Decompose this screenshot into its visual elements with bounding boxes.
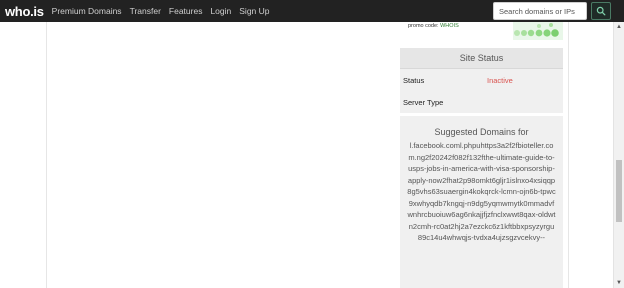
promo-code: WHOIS: [440, 23, 459, 29]
site-logo[interactable]: who.is: [5, 4, 44, 19]
top-navbar: who.is Premium Domains Transfer Features…: [0, 0, 624, 22]
site-status-panel: Site Status Status Inactive Server Type: [400, 48, 563, 113]
promo-code-line: promo code: WHOIS: [408, 23, 459, 29]
nav-links: Premium Domains Transfer Features Login …: [52, 6, 278, 16]
page-scrollbar[interactable]: ▲ ▼: [613, 22, 624, 288]
nav-features[interactable]: Features: [169, 6, 203, 16]
suggested-domains-panel: Suggested Domains for l.facebook.coml.ph…: [400, 116, 563, 288]
promo-banner-dots-icon: [513, 22, 563, 40]
nav-transfer[interactable]: Transfer: [130, 6, 161, 16]
server-type-label: Server Type: [403, 97, 444, 107]
nav-premium-domains[interactable]: Premium Domains: [52, 6, 122, 16]
suggested-domains-title: Suggested Domains for: [434, 127, 529, 137]
scroll-up-arrow-icon[interactable]: ▲: [616, 24, 622, 30]
status-row: Status Inactive: [400, 69, 563, 91]
status-label: Status: [403, 75, 425, 85]
scroll-down-arrow-icon[interactable]: ▼: [616, 280, 622, 286]
content-divider-left: [46, 22, 47, 288]
content-divider-right: [568, 22, 569, 288]
search-input[interactable]: [493, 2, 587, 20]
page-content: promo code: WHOIS Site Status Status Ina…: [0, 22, 613, 288]
nav-login[interactable]: Login: [210, 6, 231, 16]
promo-label: promo code:: [408, 23, 439, 29]
search-form: [493, 2, 611, 20]
search-icon: [596, 6, 606, 16]
scrollbar-thumb[interactable]: [616, 160, 622, 222]
suggested-domains-query: l.facebook.coml.phpuhttps3a2f2fbioteller…: [407, 141, 556, 242]
nav-sign-up[interactable]: Sign Up: [239, 6, 269, 16]
search-button[interactable]: [591, 2, 611, 20]
status-value: Inactive: [487, 75, 513, 85]
server-type-row: Server Type: [400, 91, 563, 113]
site-status-title: Site Status: [400, 48, 563, 69]
